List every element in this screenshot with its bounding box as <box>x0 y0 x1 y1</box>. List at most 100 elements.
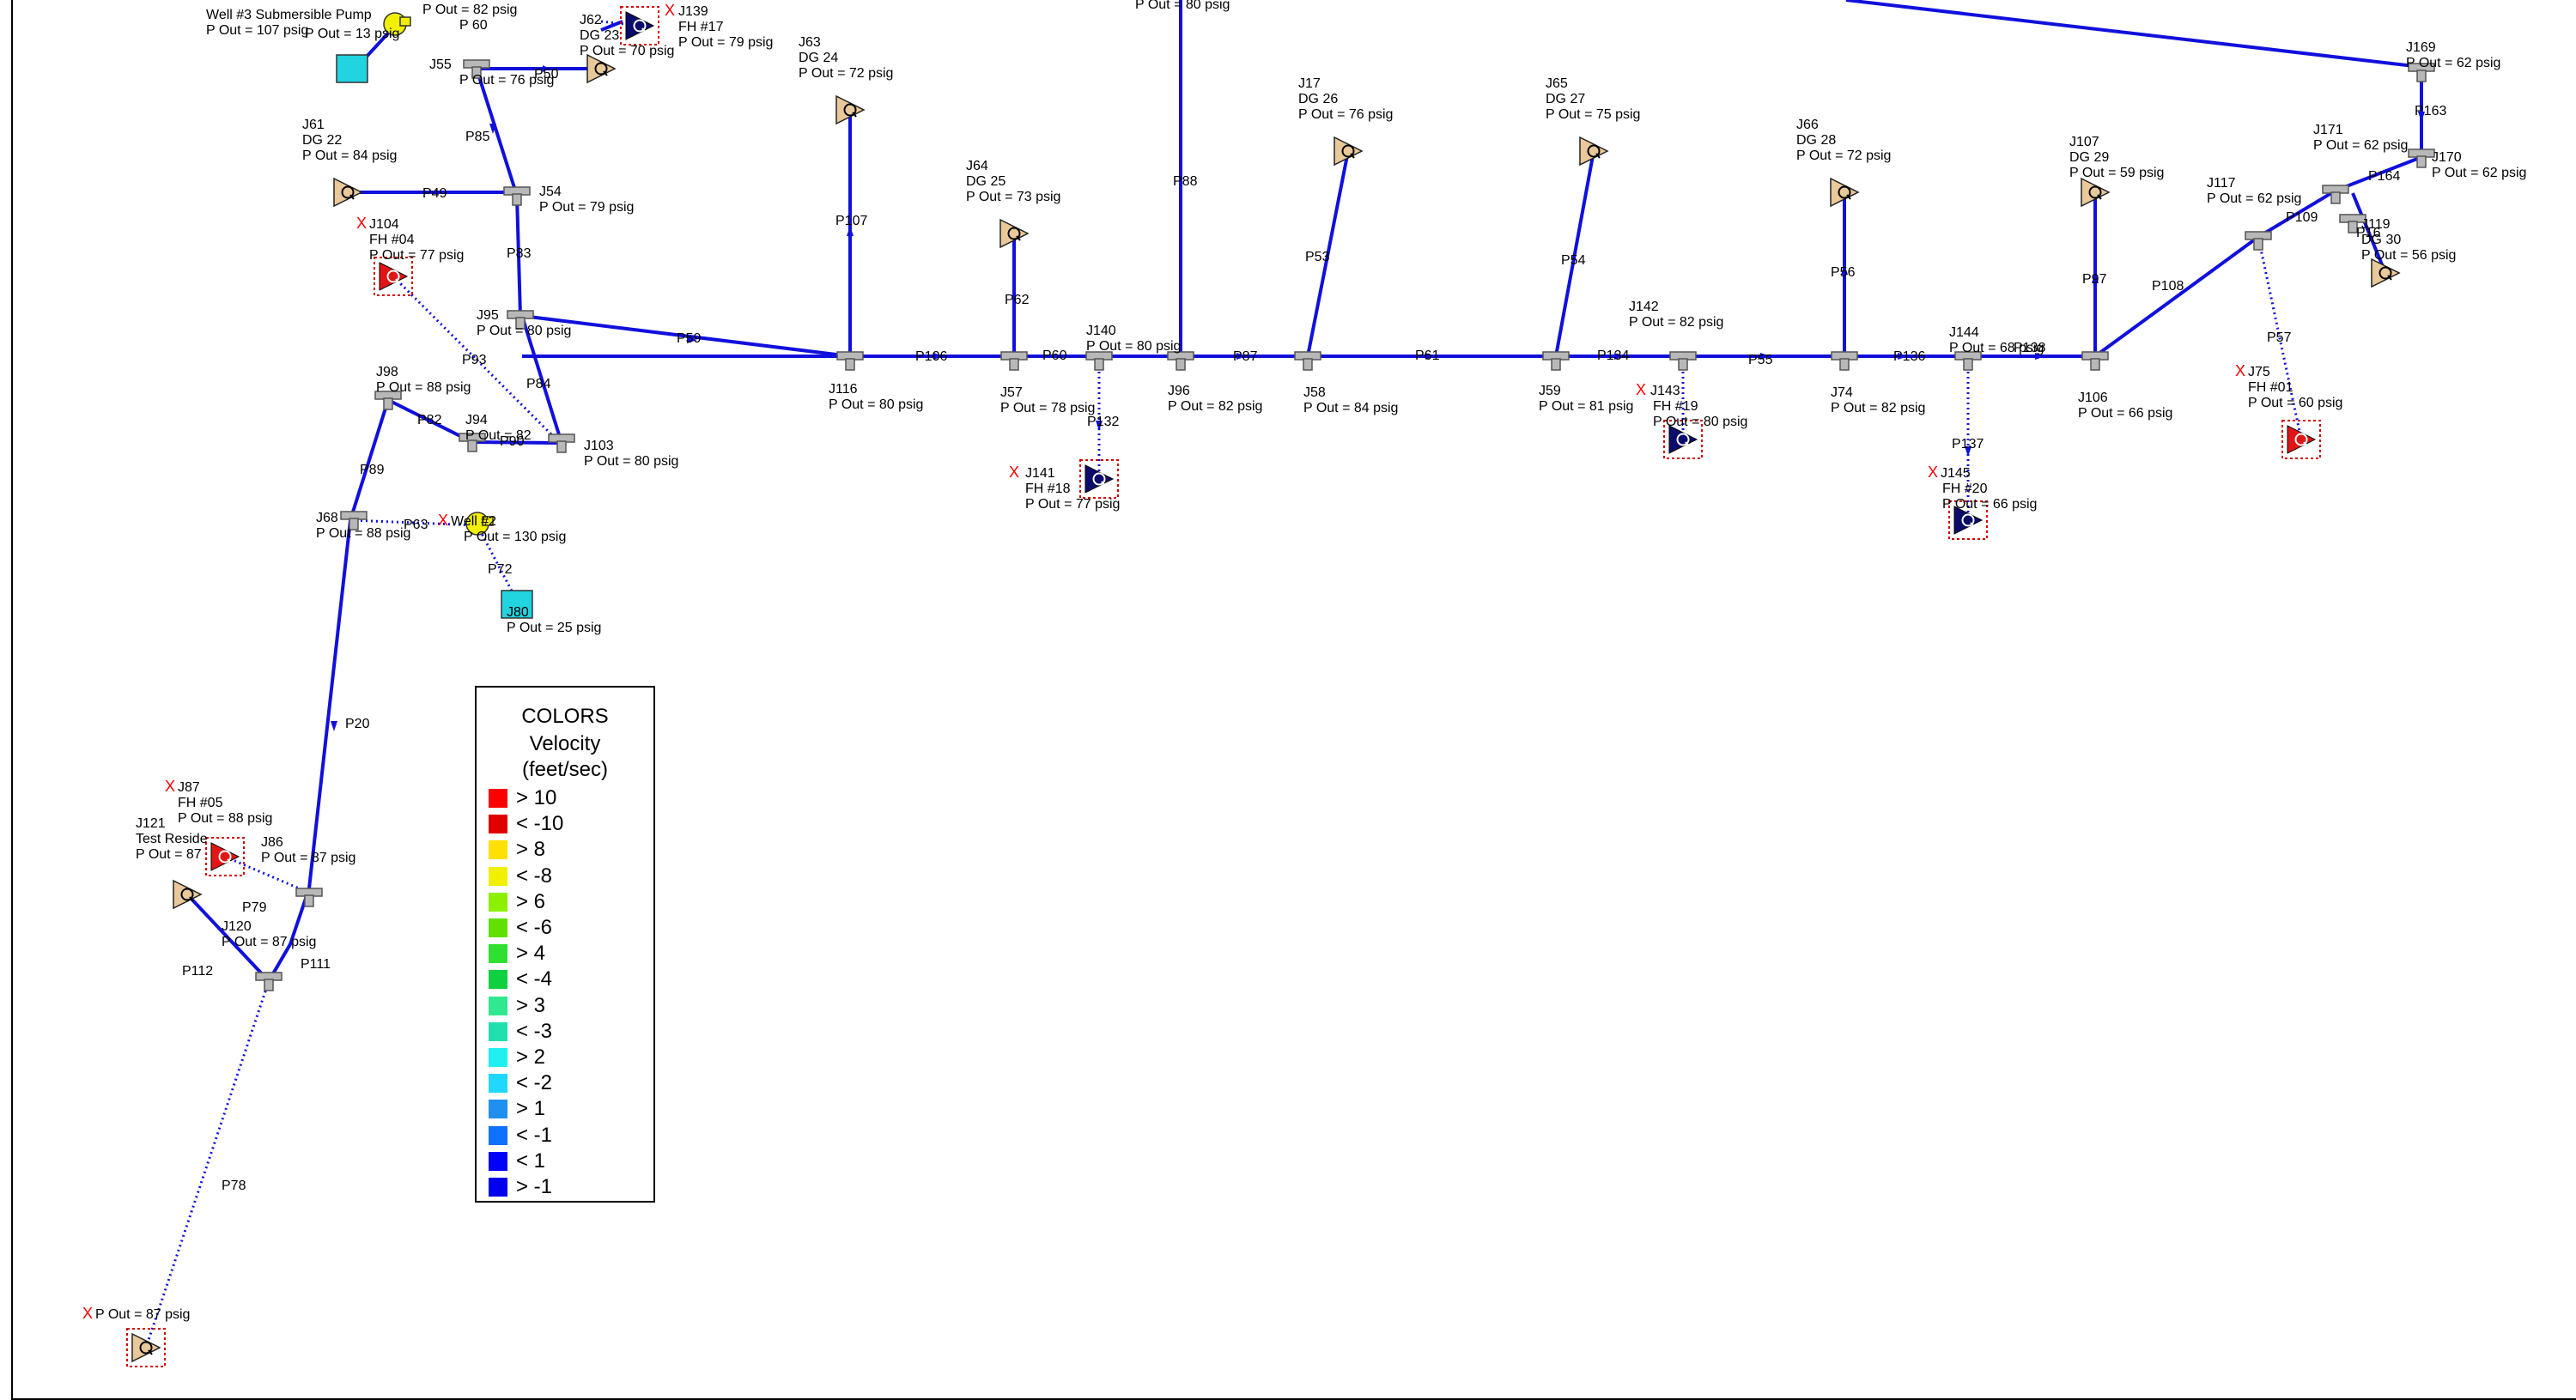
label-j103-pout: P Out = 80 psig <box>584 454 678 469</box>
legend-swatch <box>489 1021 507 1041</box>
label-j141-fh: FH #18 <box>1025 482 1071 496</box>
label-j57-pout: P Out = 78 psig <box>1000 401 1095 415</box>
label-j75-fh: FH #01 <box>2248 380 2293 395</box>
hydrant-j139[interactable] <box>620 6 659 45</box>
junction-j116[interactable] <box>836 351 864 371</box>
label-j107-name: J107 <box>2069 135 2099 149</box>
hydrant-j87[interactable] <box>205 837 245 876</box>
label-j95-name: J95 <box>477 308 499 323</box>
junction-j170[interactable] <box>2408 148 2435 168</box>
legend-swatch <box>489 944 507 964</box>
junction-j86[interactable] <box>295 888 323 907</box>
legend-title: COLORS <box>521 705 609 728</box>
label-j74-pout: P Out = 82 psig <box>1831 401 1925 415</box>
svg-text:X: X <box>2235 362 2245 379</box>
label-j55-name: J55 <box>429 58 452 72</box>
label-j86-pout: P Out = 87 psig <box>261 851 355 865</box>
closed-markers: X X X X X X X X X <box>82 2 2245 1322</box>
pipe-p78[interactable] <box>144 980 270 1348</box>
svg-text:X: X <box>665 2 675 19</box>
label-p89: P89 <box>360 463 385 477</box>
legend-swatch <box>489 996 507 1015</box>
label-p88: P88 <box>1173 174 1198 189</box>
pipe-p20[interactable] <box>307 519 352 889</box>
pipe-top-long[interactable] <box>1845 0 2422 69</box>
label-j54-pout: P Out = 79 psig <box>539 200 634 215</box>
label-j171-name: J171 <box>2313 123 2343 137</box>
legend-item-label: < -2 <box>516 1071 553 1095</box>
label-well3-name: Well #3 Submersible Pump <box>206 8 372 22</box>
junction-j140[interactable] <box>1085 351 1113 371</box>
label-well3-tank-pout: P Out = 13 psig <box>305 27 399 41</box>
label-j64-dg: DG 25 <box>966 174 1005 189</box>
pipe-network-diagram[interactable]: X X X X X X X X X Well #3 Submersible Pu… <box>0 0 2576 1400</box>
junction-j106[interactable] <box>2081 351 2109 371</box>
label-j17-pout: P Out = 76 psig <box>1298 107 1393 122</box>
junction-j96[interactable] <box>1167 351 1194 371</box>
label-p61: P61 <box>1415 348 1440 363</box>
label-p56: P56 <box>1831 265 1856 280</box>
legend-subtitle-velocity: Velocity <box>529 732 601 755</box>
label-j140-pout: P Out = 80 psig <box>1086 339 1181 354</box>
junction-j57[interactable] <box>1000 351 1028 371</box>
demand-nodes <box>126 6 2400 1367</box>
label-p109: P109 <box>2286 210 2318 225</box>
dg-j62[interactable] <box>586 54 616 83</box>
tank-well3[interactable] <box>336 54 368 83</box>
svg-text:X: X <box>356 215 367 232</box>
pipe-p89[interactable] <box>349 399 390 521</box>
dg-j61[interactable] <box>333 178 362 207</box>
legend-swatch <box>489 1074 507 1094</box>
dg-j65[interactable] <box>1579 136 1608 166</box>
label-top-pout: P Out = 80 psig <box>1135 0 1230 12</box>
label-p163: P163 <box>2415 104 2446 118</box>
label-j121-test: Test Reside <box>136 832 208 846</box>
label-j66-name: J66 <box>1796 118 1819 132</box>
label-well3-pout: P Out = 107 psig <box>206 23 308 38</box>
label-j144-name: J144 <box>1949 325 1979 340</box>
legend-swatch <box>489 866 507 886</box>
label-j121-name: J121 <box>136 816 166 831</box>
label-p87: P87 <box>1233 349 1258 364</box>
label-j64-pout: P Out = 73 psig <box>966 190 1060 204</box>
label-p83: P83 <box>507 246 532 261</box>
label-well2-name: Well #2 <box>451 514 496 529</box>
legend-item-label: < -4 <box>516 967 553 991</box>
junction-j74[interactable] <box>1831 351 1858 371</box>
label-j17-dg: DG 26 <box>1298 92 1338 106</box>
junction-j54[interactable] <box>503 186 531 206</box>
junction-j59[interactable] <box>1542 351 1570 371</box>
label-j58-pout: P Out = 84 psig <box>1303 401 1398 415</box>
svg-text:X: X <box>1928 464 1938 481</box>
label-p137: P137 <box>1952 437 1984 452</box>
label-p54: P54 <box>1561 253 1586 268</box>
dg-j17[interactable] <box>1334 136 1363 166</box>
label-j120-name: J120 <box>222 919 252 934</box>
label-p164: P164 <box>2368 169 2400 184</box>
label-j95-pout: P Out = 80 psig <box>477 324 571 338</box>
label-j139-pout: P Out = 79 psig <box>678 35 773 50</box>
label-j170-name: J170 <box>2432 150 2462 165</box>
label-j106-name: J106 <box>2078 391 2108 405</box>
label-j66-dg: DG 28 <box>1796 133 1836 148</box>
label-j75-pout: P Out = 60 psig <box>2248 396 2342 410</box>
legend-subtitle-units: (feet/sec) <box>521 758 609 781</box>
label-j104-fh: FH #04 <box>369 233 415 247</box>
junction-j117[interactable] <box>2245 231 2272 251</box>
legend-item-label: > 10 <box>516 786 557 809</box>
hydrant-j104[interactable] <box>374 257 413 296</box>
hydrant-j75[interactable] <box>2281 420 2321 459</box>
legend-swatch <box>489 918 507 937</box>
junction-j142[interactable] <box>1669 351 1697 371</box>
label-j75-name: J75 <box>2248 365 2270 379</box>
junction-j58[interactable] <box>1294 351 1321 371</box>
label-p108: P108 <box>2152 279 2184 294</box>
label-j87-fh: FH #05 <box>178 796 223 810</box>
label-p62: P62 <box>1005 293 1030 307</box>
dg-bottom[interactable] <box>126 1328 166 1367</box>
label-j142-pout: P Out = 82 psig <box>1629 315 1723 330</box>
label-p20: P20 <box>345 717 370 731</box>
legend-swatch <box>489 815 507 834</box>
dg-j119[interactable] <box>2371 258 2400 288</box>
junction-j120[interactable] <box>255 972 283 991</box>
